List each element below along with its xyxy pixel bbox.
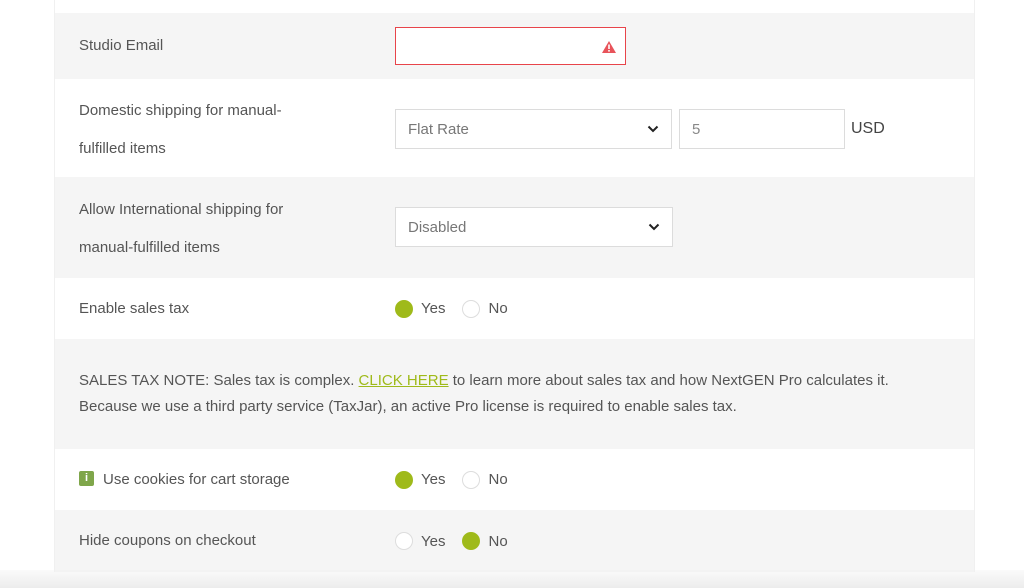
select-value: Flat Rate [408, 120, 469, 138]
sales-tax-row: Enable sales tax Yes No [55, 278, 974, 339]
chevron-down-icon [648, 223, 660, 231]
spacer-row [55, 0, 974, 13]
studio-email-input[interactable] [395, 27, 626, 65]
studio-email-row: Studio Email [55, 13, 974, 79]
cookies-cart-row: i Use cookies for cart storage Yes No [55, 449, 974, 510]
label-line: Domestic shipping for manual- [79, 102, 282, 119]
settings-panel: Studio Email Domestic shipping for manua… [54, 0, 975, 572]
cookies-yes-radio[interactable] [395, 470, 413, 489]
sales-tax-no-radio[interactable] [462, 299, 481, 318]
radio-label: No [488, 532, 508, 550]
radio-label: Yes [421, 471, 446, 488]
hide-coupons-yes-radio[interactable] [395, 532, 413, 550]
label-line: manual-fulfilled items [79, 239, 220, 256]
currency-label: USD [851, 120, 885, 137]
hide-coupons-radio-group: Yes No [395, 532, 525, 550]
bottom-shadow [0, 570, 1024, 588]
label-line: fulfilled items [79, 140, 166, 157]
sales-tax-label: Enable sales tax [79, 299, 190, 317]
sales-tax-note-row: SALES TAX NOTE: Sales tax is complex. CL… [55, 339, 974, 449]
international-shipping-select[interactable]: Disabled [395, 207, 673, 247]
hide-coupons-label: Hide coupons on checkout [79, 532, 256, 549]
hide-coupons-no-radio[interactable] [462, 532, 481, 550]
label-text: Use cookies for cart storage [103, 470, 290, 488]
sales-tax-radio-group: Yes No [395, 299, 525, 318]
select-value: Disabled [408, 218, 467, 236]
radio-label: Yes [421, 532, 446, 550]
radio-label: No [488, 471, 508, 488]
hide-coupons-row: Hide coupons on checkout Yes No [55, 510, 974, 572]
domestic-shipping-row: Domestic shipping for manual- fulfilled … [55, 79, 974, 177]
info-icon[interactable]: i [79, 471, 94, 487]
cookies-radio-group: Yes No [395, 470, 525, 489]
radio-label: No [488, 300, 508, 317]
international-shipping-row: Allow International shipping for manual-… [55, 177, 974, 278]
shipping-amount-input[interactable]: 5 [679, 109, 845, 149]
click-here-link[interactable]: CLICK HERE [359, 372, 449, 389]
shipping-method-select[interactable]: Flat Rate [395, 109, 672, 149]
radio-label: Yes [421, 300, 446, 317]
chevron-down-icon [647, 125, 659, 133]
label-line: Allow International shipping for [79, 201, 284, 218]
cookies-cart-label: i Use cookies for cart storage [79, 461, 379, 499]
note-text: SALES TAX NOTE: Sales tax is complex. [79, 372, 359, 389]
studio-email-label: Studio Email [79, 37, 164, 54]
sales-tax-yes-radio[interactable] [395, 299, 413, 318]
domestic-shipping-label: Domestic shipping for manual- fulfilled … [79, 92, 379, 168]
warning-icon [602, 41, 616, 53]
international-shipping-label: Allow International shipping for manual-… [79, 191, 379, 267]
cookies-no-radio[interactable] [462, 470, 481, 489]
sales-tax-note: SALES TAX NOTE: Sales tax is complex. CL… [79, 368, 944, 420]
